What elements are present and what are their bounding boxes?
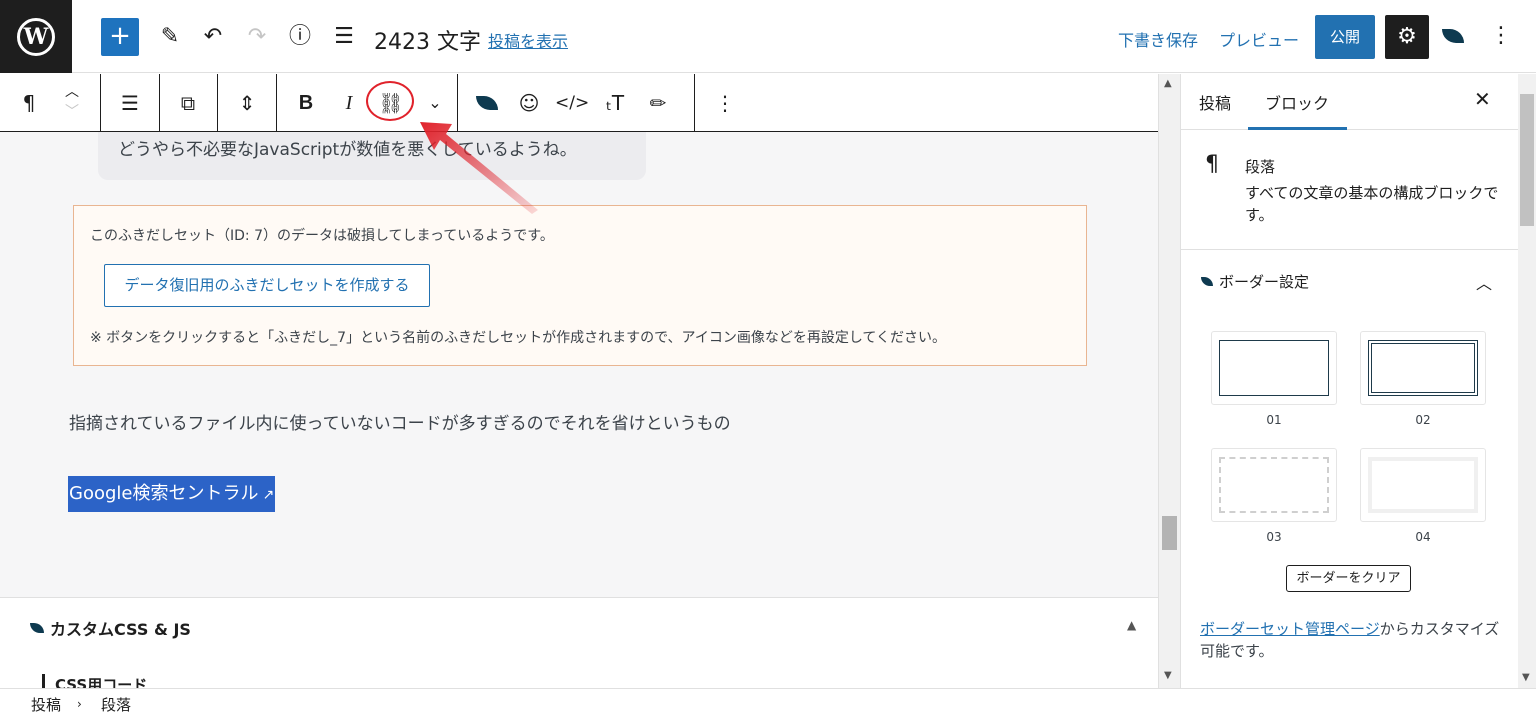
leaf-icon (476, 96, 498, 110)
settings-gear-icon[interactable]: ⚙ (1385, 15, 1429, 59)
editor-canvas[interactable]: どうやら不必要なJavaScriptが数値を悪くしているようね。 このふきだしセ… (0, 132, 1158, 597)
collapse-toggle-icon[interactable]: ▲ (1127, 618, 1136, 632)
toolbar-divider (694, 74, 695, 132)
block-card: ¶ 段落 すべての文章の基本の構成ブロックです。 (1181, 130, 1518, 250)
scroll-down-icon[interactable]: ▼ (1522, 672, 1530, 683)
metabox-title-text: カスタムCSS & JS (50, 620, 191, 639)
close-icon[interactable]: ✕ (1474, 87, 1491, 111)
notice-footnote: ※ ボタンをクリックすると「ふきだし_7」という名前のふきだしセットが作成されま… (90, 330, 946, 346)
duplicate-icon[interactable]: ⧉ (171, 86, 205, 120)
info-icon[interactable]: ⓘ (286, 22, 314, 52)
toolbar-divider (159, 74, 160, 132)
view-post-link[interactable]: 投稿を表示 (488, 28, 568, 52)
emoji-icon[interactable]: ☺ (512, 86, 546, 120)
breadcrumb-item-paragraph[interactable]: 段落 (101, 694, 131, 715)
plugin-leaf-icon[interactable] (1442, 29, 1464, 43)
border-swatch-01[interactable] (1211, 331, 1337, 405)
document-title: 2423 文字 (374, 30, 481, 55)
wordpress-icon: W (17, 17, 55, 56)
toolbar-divider (276, 74, 277, 132)
swatch-label: 04 (1415, 530, 1431, 544)
undo-icon[interactable]: ↶ (199, 22, 227, 52)
custom-css-js-metabox: カスタムCSS & JS ▲ CSS用コード (0, 597, 1158, 688)
paragraph-block[interactable]: 指摘されているファイル内に使っていないコードが多すぎるのでそれを省けというもの (69, 409, 731, 434)
chevron-up-icon[interactable]: ︿ (1476, 270, 1492, 294)
swatch-preview (1368, 457, 1478, 513)
redo-icon[interactable]: ↷ (243, 22, 271, 52)
swatch-preview (1368, 340, 1478, 396)
bubble-text[interactable]: どうやら不必要なJavaScriptが数値を悪くしているようね。 (118, 135, 577, 160)
swatch-preview (1219, 457, 1329, 513)
border-settings-panel-title[interactable]: ボーダー設定 (1201, 271, 1309, 292)
publish-button[interactable]: 公開 (1315, 15, 1375, 59)
save-draft-button[interactable]: 下書き保存 (1118, 27, 1198, 51)
edit-tools-icon[interactable]: ✎ (156, 22, 184, 52)
broken-balloon-notice: このふきだしセット（ID: 7）のデータは破損してしまっているようです。 データ… (73, 205, 1087, 366)
block-breadcrumb: 投稿 › 段落 (0, 688, 1536, 718)
sidebar-scrollbar[interactable]: ▼ (1518, 74, 1536, 688)
spacing-icon[interactable]: ⇕ (230, 86, 264, 120)
swatch-label: 03 (1266, 530, 1282, 544)
external-link-icon: ↗ (262, 487, 275, 503)
border-swatch-04[interactable] (1360, 448, 1486, 522)
breadcrumb-separator-icon: › (77, 697, 82, 711)
leaf-icon (1201, 277, 1213, 286)
block-toolbar: ¶ ︿ ﹀ ☰ ⧉ ⇕ B I ⛓ ⌄ ☺ </> ₜT ✏ ⋮ (0, 74, 1158, 132)
scroll-up-icon[interactable]: ▲ (1164, 78, 1172, 89)
tab-post[interactable]: 投稿 (1199, 90, 1231, 114)
clear-border-button[interactable]: ボーダーをクリア (1286, 565, 1411, 592)
breadcrumb-item-post[interactable]: 投稿 (31, 694, 61, 715)
settings-sidebar: 投稿 ブロック ✕ ¶ 段落 すべての文章の基本の構成ブロックです。 ボーダー設… (1180, 74, 1518, 688)
scrollbar-thumb[interactable] (1162, 516, 1177, 550)
selected-link-label[interactable]: Google検索セントラル (69, 483, 258, 504)
editor-scrollbar[interactable]: ▲ ▼ (1158, 74, 1180, 688)
paragraph-icon: ¶ (1205, 152, 1219, 177)
notice-message: このふきだしセット（ID: 7）のデータは破損してしまっているようです。 (90, 228, 554, 244)
move-up-icon[interactable]: ︿ (58, 82, 86, 102)
bold-button[interactable]: B (289, 86, 323, 120)
sidebar-tabs: 投稿 ブロック ✕ (1181, 74, 1518, 130)
chevron-down-icon[interactable]: ⌄ (418, 86, 452, 120)
highlight-icon[interactable]: ✏ (641, 86, 675, 120)
toolbar-divider (100, 74, 101, 132)
annotation-circle (366, 81, 414, 121)
border-help-text: ボーダーセット管理ページからカスタマイズ可能です。 (1200, 618, 1500, 662)
text-size-icon[interactable]: ₜT (598, 86, 632, 120)
swatch-label: 02 (1415, 413, 1431, 427)
block-options-icon[interactable]: ⋮ (708, 86, 742, 120)
metabox-title[interactable]: カスタムCSS & JS (30, 616, 191, 640)
italic-button[interactable]: I (332, 86, 366, 120)
code-icon[interactable]: </> (555, 86, 589, 120)
selected-link-text[interactable]: Google検索セントラル ↗ (68, 476, 276, 512)
create-recovery-balloon-button[interactable]: データ復旧用のふきだしセットを作成する (104, 264, 430, 307)
block-card-title: 段落 (1245, 158, 1276, 176)
css-code-label: CSS用コード (42, 674, 147, 688)
preview-button[interactable]: プレビュー (1219, 27, 1299, 51)
leaf-icon (30, 623, 44, 633)
add-block-button[interactable]: + (101, 18, 139, 56)
border-swatch-03[interactable] (1211, 448, 1337, 522)
panel-title-text: ボーダー設定 (1219, 273, 1310, 291)
swatch-preview (1219, 340, 1329, 396)
toolbar-divider (217, 74, 218, 132)
block-mover[interactable]: ︿ ﹀ (58, 82, 86, 124)
paragraph-icon[interactable]: ¶ (12, 86, 46, 120)
scrollbar-thumb[interactable] (1520, 94, 1534, 226)
leaf-format-button[interactable] (470, 86, 504, 120)
tab-block[interactable]: ブロック (1265, 90, 1329, 114)
editor-header: W + ✎ ↶ ↷ ⓘ ☰ 2423 文字 投稿を表示 下書き保存 プレビュー … (0, 0, 1536, 73)
swatch-label: 01 (1266, 413, 1282, 427)
more-options-icon[interactable]: ⋮ (1490, 22, 1512, 50)
border-swatch-02[interactable] (1360, 331, 1486, 405)
wordpress-logo-button[interactable]: W (0, 0, 72, 73)
border-set-manage-link[interactable]: ボーダーセット管理ページ (1200, 620, 1380, 638)
move-down-icon[interactable]: ﹀ (58, 102, 86, 122)
scroll-down-icon[interactable]: ▼ (1164, 670, 1172, 681)
align-left-icon[interactable]: ☰ (113, 86, 147, 120)
block-card-description: すべての文章の基本の構成ブロックです。 (1245, 184, 1499, 224)
list-view-icon[interactable]: ☰ (330, 22, 358, 52)
toolbar-divider (457, 74, 458, 132)
